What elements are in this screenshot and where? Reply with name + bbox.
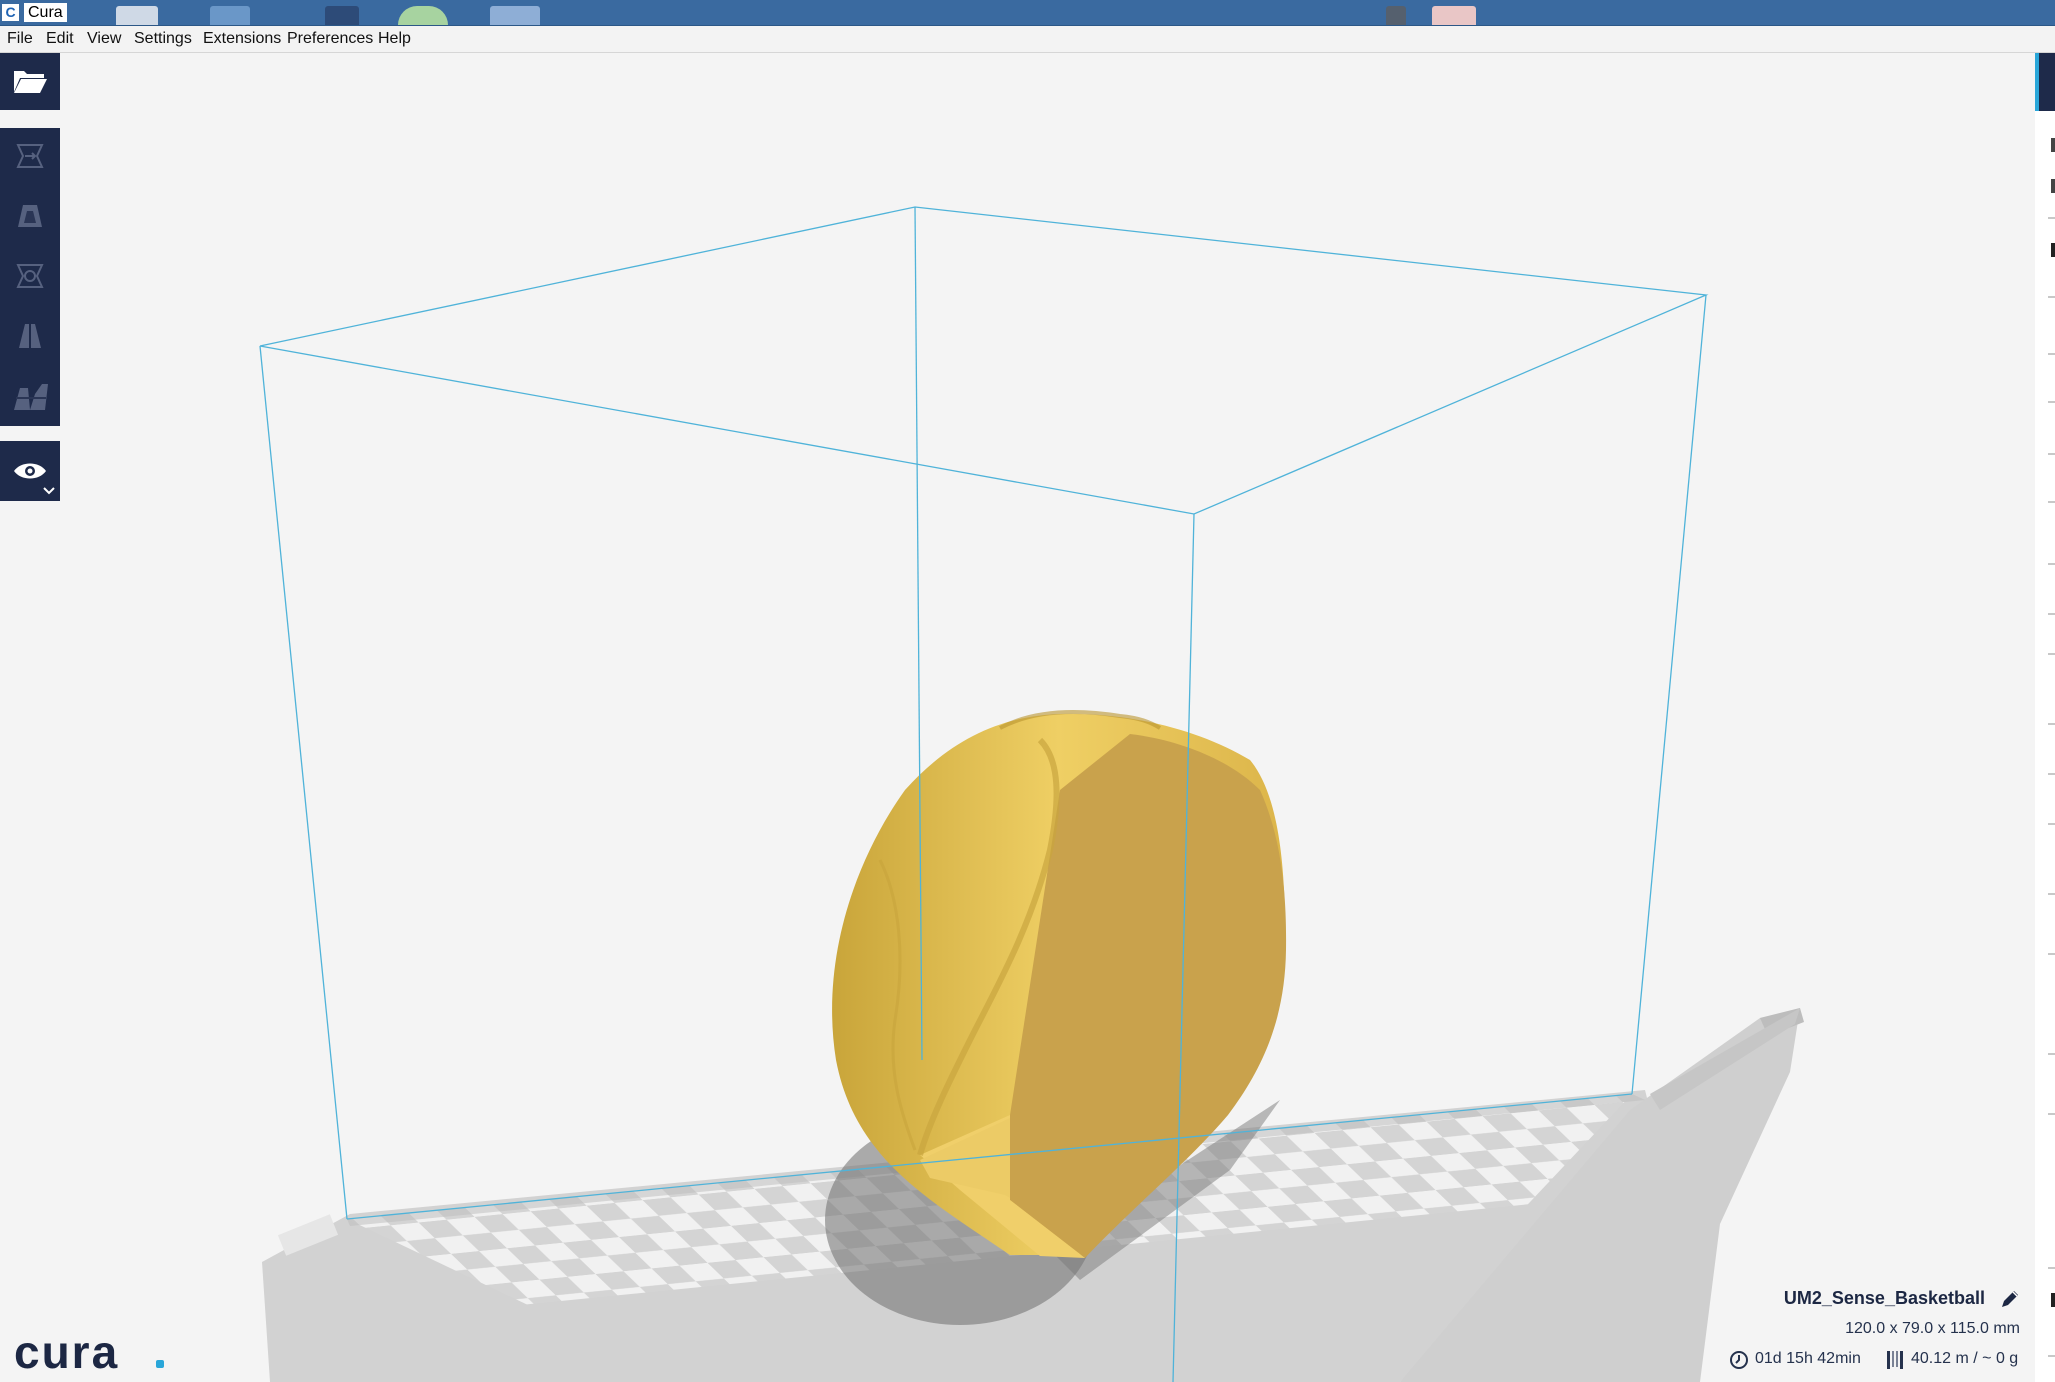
taskbar-thumbnail — [210, 6, 250, 25]
move-tool-button[interactable] — [0, 128, 60, 184]
taskbar-thumbnail — [490, 6, 540, 25]
clock-icon — [1730, 1351, 1748, 1369]
panel-row — [2048, 453, 2055, 455]
chevron-down-icon — [43, 487, 55, 495]
panel-row — [2051, 1293, 2055, 1307]
panel-row — [2048, 773, 2055, 775]
panel-row — [2048, 653, 2055, 655]
menu-file[interactable]: File — [7, 30, 33, 48]
menu-bar: File Edit View Settings Extensions Prefe… — [0, 26, 2055, 53]
rotate-icon — [16, 264, 44, 288]
cura-app-icon: C — [2, 4, 19, 21]
per-model-settings-button[interactable] — [0, 368, 60, 424]
taskbar-thumbnail — [116, 6, 158, 25]
scale-icon — [18, 205, 42, 227]
panel-row — [2048, 823, 2055, 825]
mirror-tool-button[interactable] — [0, 308, 60, 364]
rotate-tool-button[interactable] — [0, 248, 60, 304]
cura-logo: cura — [14, 1332, 164, 1372]
3d-viewport[interactable] — [0, 53, 2055, 1382]
taskbar-thumbnail — [1432, 6, 1476, 25]
panel-row — [2048, 953, 2055, 955]
panel-row — [2051, 179, 2055, 193]
menu-help[interactable]: Help — [378, 30, 411, 48]
panel-row — [2048, 401, 2055, 403]
panel-row — [2048, 353, 2055, 355]
panel-row — [2048, 296, 2055, 298]
taskbar-thumbnail — [325, 6, 359, 25]
window-title-bar: C Cura — [0, 0, 2055, 26]
view-toolbar — [0, 441, 60, 501]
material-usage: 40.12 m / ~ 0 g — [1911, 1350, 2019, 1367]
job-name: UM2_Sense_Basketball — [1783, 1288, 1985, 1308]
menu-edit[interactable]: Edit — [46, 30, 74, 48]
panel-row — [2048, 613, 2055, 615]
panel-row — [2048, 1113, 2055, 1115]
material-spool-icon — [1887, 1351, 1903, 1369]
taskbar-thumbnail — [1386, 6, 1406, 25]
taskbar-thumbnail — [398, 6, 448, 25]
eye-icon — [14, 463, 46, 479]
mirror-icon — [19, 324, 41, 348]
model-dimensions: 120.0 x 79.0 x 115.0 mm — [1845, 1320, 2020, 1337]
panel-row — [2048, 723, 2055, 725]
panel-row — [2048, 1355, 2055, 1357]
print-time: 01d 15h 42min — [1755, 1350, 1861, 1367]
folder-open-icon — [14, 71, 47, 93]
menu-extensions[interactable]: Extensions — [203, 30, 281, 48]
panel-row — [2048, 1053, 2055, 1055]
scale-tool-button[interactable] — [0, 188, 60, 244]
move-icon — [16, 144, 44, 168]
panel-row — [2048, 563, 2055, 565]
menu-view[interactable]: View — [87, 30, 121, 48]
panel-row — [2048, 501, 2055, 503]
panel-row — [2048, 893, 2055, 895]
panel-row — [2051, 243, 2055, 257]
panel-divider — [2048, 217, 2055, 219]
panel-accent-stripe — [2035, 53, 2039, 111]
edit-pencil-icon[interactable] — [2000, 1289, 2020, 1309]
print-settings-panel[interactable] — [2035, 53, 2055, 1382]
open-file-button[interactable] — [0, 53, 60, 109]
menu-settings[interactable]: Settings — [134, 30, 192, 48]
menu-preferences[interactable]: Preferences — [287, 30, 373, 48]
tool-toolbar — [0, 128, 60, 426]
cura-logo-text: cura — [14, 1332, 119, 1372]
window-title: Cura — [24, 3, 67, 22]
per-model-settings-icon — [14, 384, 48, 410]
panel-row — [2051, 138, 2055, 152]
panel-row — [2048, 1267, 2055, 1269]
open-file-toolbar — [0, 53, 60, 110]
